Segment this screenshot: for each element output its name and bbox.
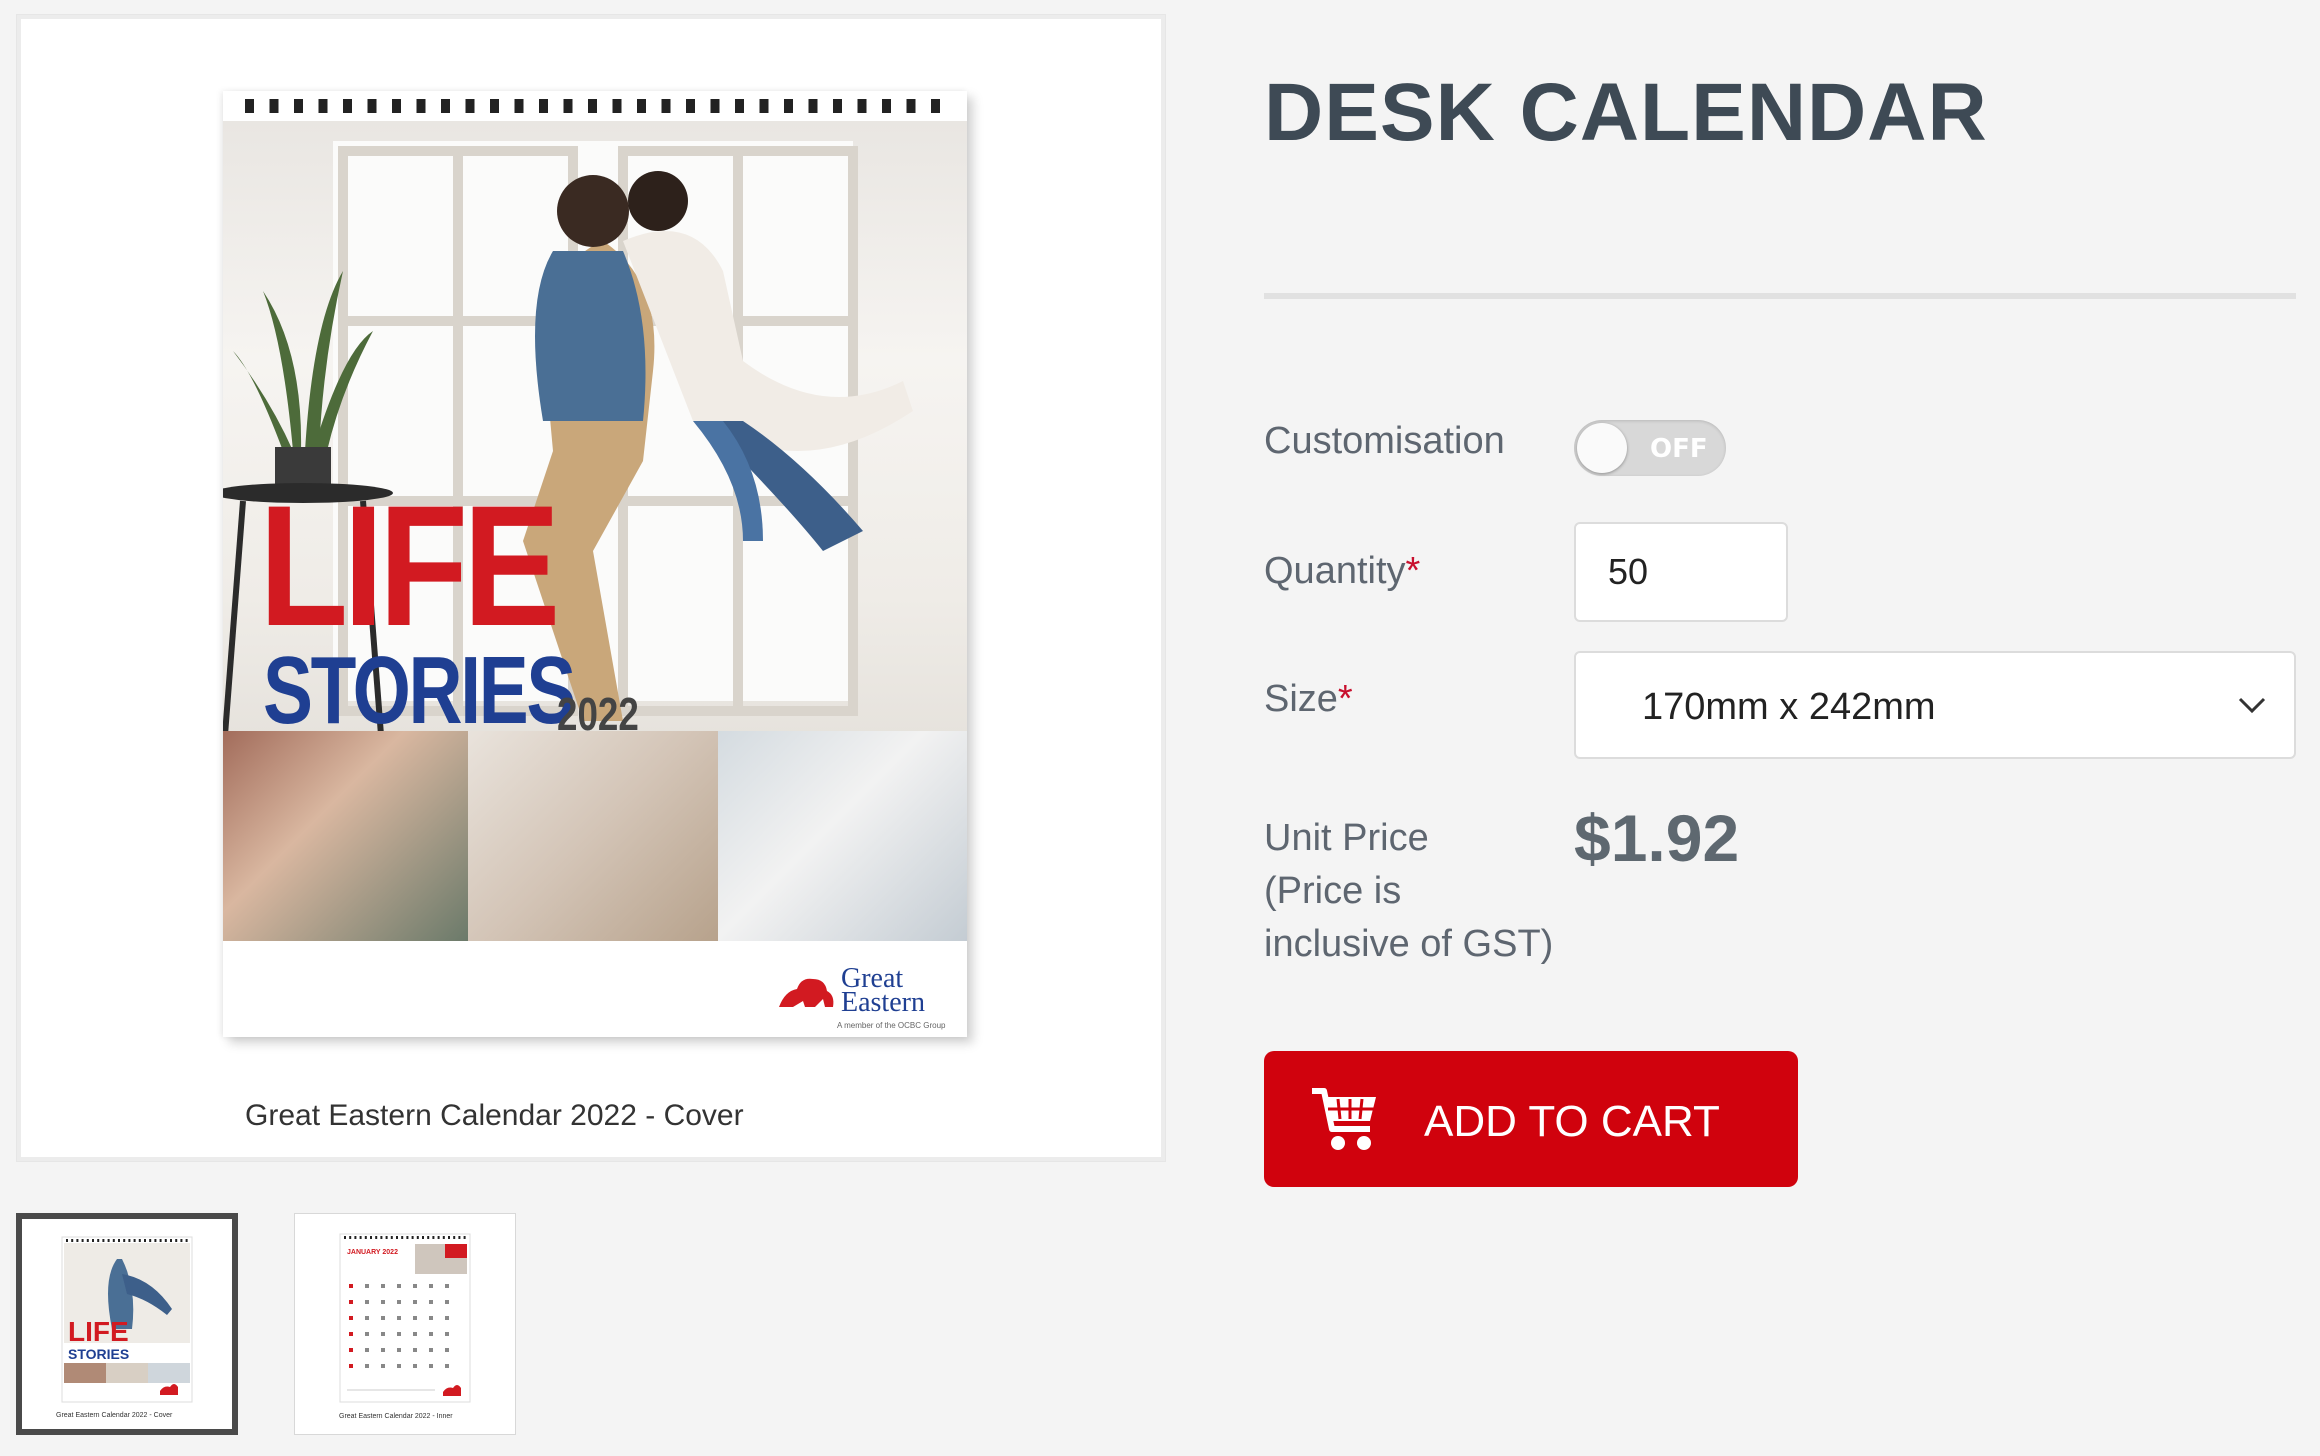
required-asterisk: * (1337, 678, 1353, 720)
thumbnail-cover[interactable]: LIFE STORIES Great Eastern Calendar 2022… (16, 1213, 238, 1435)
thumbnail-inner-image: JANUARY 2022 Great Eastern Calendar 2022… (339, 1233, 471, 1420)
thumb-inner-month: JANUARY 2022 (347, 1249, 398, 1256)
brand-tagline: A member of the OCBC Group (837, 1021, 946, 1030)
add-to-cart-label: ADD TO CART (1424, 1097, 1720, 1146)
cover-photo-collage (223, 731, 967, 941)
toggle-state-text: OFF (1650, 434, 1708, 464)
customisation-label: Customisation (1264, 420, 1505, 462)
friends-photo (223, 731, 468, 941)
thumb-cover-stories: STORIES (68, 1346, 129, 1362)
calendar-cover-image: LIFE STORIES 2022 Great Eastern A member… (223, 91, 967, 1037)
quantity-label: Quantity* (1264, 550, 1421, 592)
spiral-binding (223, 91, 967, 121)
thumb-cover-life: LIFE (68, 1316, 129, 1347)
thumb-inner-caption: Great Eastern Calendar 2022 - Inner (339, 1413, 453, 1420)
great-eastern-logo: Great Eastern (841, 963, 925, 1018)
add-to-cart-button[interactable]: ADD TO CART (1264, 1051, 1798, 1187)
title-divider (1264, 293, 2296, 299)
family-photo (718, 731, 967, 941)
size-select[interactable]: 170mm x 242mm (1574, 651, 2296, 759)
customisation-toggle[interactable]: OFF (1574, 420, 1726, 476)
toggle-knob (1577, 423, 1627, 473)
main-product-image[interactable]: LIFE STORIES 2022 Great Eastern A member… (16, 14, 1166, 1162)
quantity-input[interactable] (1574, 522, 1788, 622)
thumbnail-inner[interactable]: JANUARY 2022 Great Eastern Calendar 2022… (294, 1213, 516, 1435)
cover-title-life: LIFE (259, 470, 560, 662)
unit-price-label: Unit Price (Price is inclusive of GST) (1264, 817, 1554, 965)
lion-logo-icon (779, 978, 834, 1007)
size-label: Size* (1264, 678, 1353, 720)
product-title: DESK CALENDAR (1264, 67, 1988, 158)
main-image-caption: Great Eastern Calendar 2022 - Cover (245, 1099, 744, 1132)
cart-icon (1312, 1088, 1376, 1150)
thumb-cover-caption: Great Eastern Calendar 2022 - Cover (56, 1412, 173, 1419)
chevron-down-icon (2238, 697, 2266, 714)
cover-title-stories: STORIES (263, 637, 576, 744)
shopping-photo (468, 731, 718, 941)
unit-price-value: $1.92 (1574, 801, 1740, 875)
cover-year: 2022 (557, 688, 639, 740)
required-asterisk: * (1405, 550, 1421, 592)
size-selected-value: 170mm x 242mm (1642, 686, 1936, 728)
thumbnail-cover-image: LIFE STORIES Great Eastern Calendar 2022… (56, 1236, 193, 1419)
